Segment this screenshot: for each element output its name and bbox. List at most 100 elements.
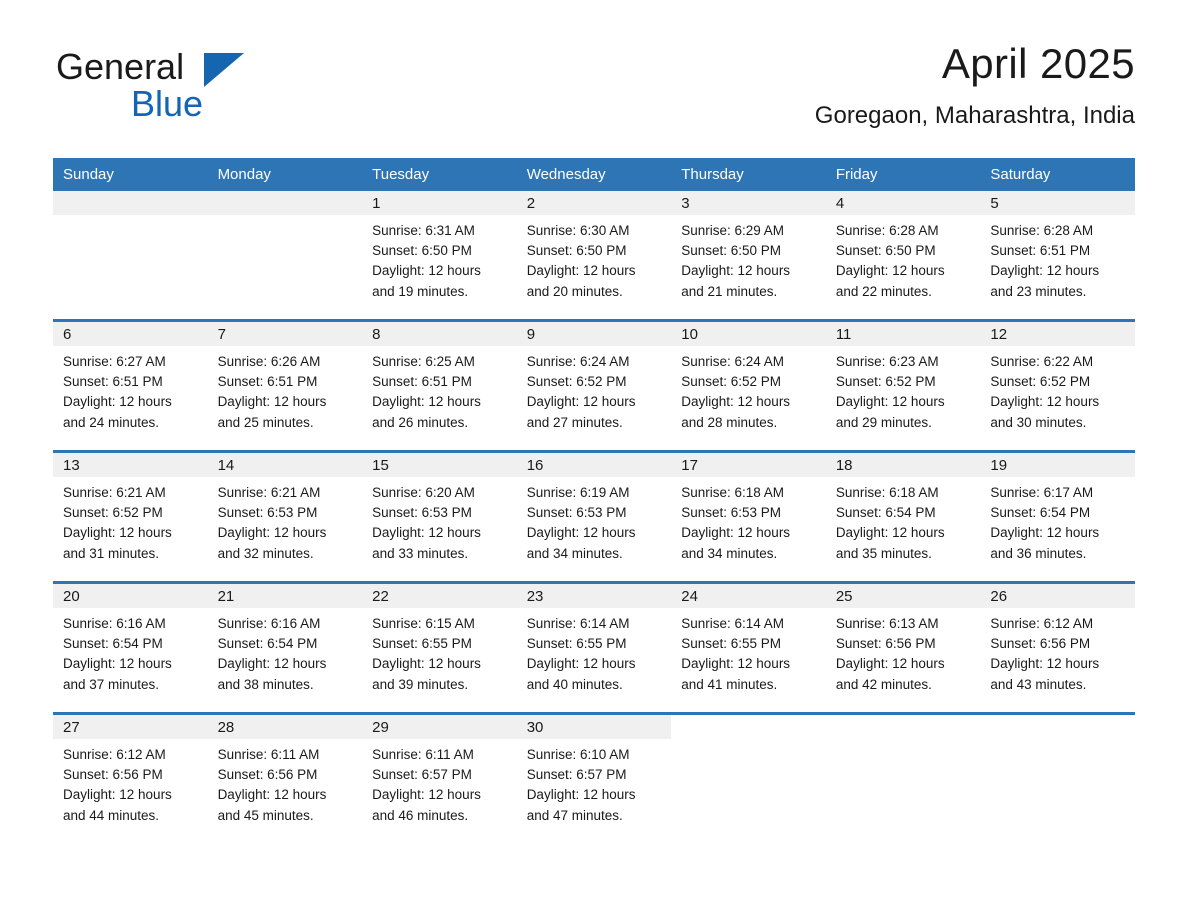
day-cell[interactable]: 3 Sunrise: 6:29 AM Sunset: 6:50 PM Dayli… [671, 191, 826, 321]
daylight-line-2: and 29 minutes. [835, 414, 932, 430]
day-cell[interactable]: 2 Sunrise: 6:30 AM Sunset: 6:50 PM Dayli… [516, 191, 672, 321]
day-cell[interactable]: 16 Sunrise: 6:19 AM Sunset: 6:53 PM Dayl… [516, 450, 672, 583]
daylight-line-1: Daylight: 12 hours [217, 394, 327, 410]
day-details: Sunrise: 6:31 AM Sunset: 6:50 PM Dayligh… [362, 215, 517, 302]
daylight-line-1: Daylight: 12 hours [681, 394, 791, 410]
day-details: Sunrise: 6:14 AM Sunset: 6:55 PM Dayligh… [517, 608, 672, 695]
day-number: 21 [207, 584, 363, 608]
day-number: 13 [53, 453, 208, 477]
day-cell[interactable]: 23 Sunrise: 6:14 AM Sunset: 6:55 PM Dayl… [516, 581, 672, 714]
weekday-header-thursday: Thursday [671, 158, 826, 191]
sunset-line: Sunset: 6:54 PM [835, 505, 936, 521]
daylight-line-1: Daylight: 12 hours [835, 263, 945, 279]
day-cell[interactable]: 18 Sunrise: 6:18 AM Sunset: 6:54 PM Dayl… [825, 450, 981, 583]
sunrise-line: Sunrise: 6:30 AM [526, 223, 630, 238]
sunset-line: Sunset: 6:56 PM [990, 636, 1091, 652]
daylight-line-2: and 19 minutes. [372, 283, 469, 299]
day-number: 3 [671, 191, 826, 215]
day-number: 5 [980, 191, 1135, 215]
day-cell[interactable] [671, 712, 826, 841]
day-cell[interactable]: 6 Sunrise: 6:27 AM Sunset: 6:51 PM Dayli… [53, 319, 208, 452]
day-cell[interactable]: 27 Sunrise: 6:12 AM Sunset: 6:56 PM Dayl… [53, 712, 208, 841]
day-cell[interactable]: 14 Sunrise: 6:21 AM Sunset: 6:53 PM Dayl… [207, 450, 363, 583]
day-cell[interactable]: 21 Sunrise: 6:16 AM Sunset: 6:54 PM Dayl… [207, 581, 363, 714]
sunrise-line: Sunrise: 6:14 AM [526, 616, 630, 631]
sunset-line: Sunset: 6:56 PM [835, 636, 936, 652]
day-number: 10 [671, 322, 826, 346]
daylight-line-2: and 31 minutes. [63, 545, 160, 561]
day-cell[interactable]: 4 Sunrise: 6:28 AM Sunset: 6:50 PM Dayli… [825, 191, 981, 321]
day-details: Sunrise: 6:23 AM Sunset: 6:52 PM Dayligh… [826, 346, 981, 433]
day-details: Sunrise: 6:21 AM Sunset: 6:53 PM Dayligh… [208, 477, 363, 564]
daylight-line-2: and 38 minutes. [217, 676, 314, 692]
day-cell[interactable] [980, 712, 1135, 841]
day-cell[interactable]: 20 Sunrise: 6:16 AM Sunset: 6:54 PM Dayl… [53, 581, 208, 714]
daylight-line-2: and 35 minutes. [835, 545, 932, 561]
calendar-header-row: Sunday Monday Tuesday Wednesday Thursday… [53, 158, 1135, 191]
sunset-line: Sunset: 6:56 PM [63, 767, 163, 783]
day-details: Sunrise: 6:24 AM Sunset: 6:52 PM Dayligh… [517, 346, 672, 433]
day-cell[interactable]: 9 Sunrise: 6:24 AM Sunset: 6:52 PM Dayli… [516, 319, 672, 452]
day-cell[interactable]: 1 Sunrise: 6:31 AM Sunset: 6:50 PM Dayli… [362, 191, 517, 321]
day-number: 20 [53, 584, 208, 608]
sunset-line: Sunset: 6:54 PM [217, 636, 318, 652]
day-cell[interactable]: 11 Sunrise: 6:23 AM Sunset: 6:52 PM Dayl… [825, 319, 981, 452]
sunset-line: Sunset: 6:57 PM [526, 767, 627, 783]
daylight-line-1: Daylight: 12 hours [526, 394, 636, 410]
day-cell[interactable]: 28 Sunrise: 6:11 AM Sunset: 6:56 PM Dayl… [207, 712, 363, 841]
daylight-line-1: Daylight: 12 hours [681, 525, 791, 541]
day-cell[interactable]: 30 Sunrise: 6:10 AM Sunset: 6:57 PM Dayl… [516, 712, 672, 841]
day-number: 16 [516, 453, 672, 477]
day-cell[interactable]: 13 Sunrise: 6:21 AM Sunset: 6:52 PM Dayl… [53, 450, 208, 583]
day-details [671, 739, 826, 745]
daylight-line-2: and 34 minutes. [526, 545, 623, 561]
daylight-line-1: Daylight: 12 hours [990, 525, 1100, 541]
day-number: 24 [671, 584, 826, 608]
day-cell[interactable]: 10 Sunrise: 6:24 AM Sunset: 6:52 PM Dayl… [671, 319, 826, 452]
logo-text-general: General [56, 46, 185, 87]
sunset-line: Sunset: 6:53 PM [526, 505, 627, 521]
sunrise-line: Sunrise: 6:21 AM [63, 485, 166, 500]
daylight-line-1: Daylight: 12 hours [372, 787, 481, 803]
day-cell[interactable]: 7 Sunrise: 6:26 AM Sunset: 6:51 PM Dayli… [207, 319, 363, 452]
daylight-line-1: Daylight: 12 hours [217, 656, 327, 672]
daylight-line-2: and 44 minutes. [63, 807, 160, 823]
sunset-line: Sunset: 6:51 PM [63, 374, 163, 390]
day-details: Sunrise: 6:26 AM Sunset: 6:51 PM Dayligh… [208, 346, 363, 433]
day-details: Sunrise: 6:17 AM Sunset: 6:54 PM Dayligh… [980, 477, 1135, 564]
daylight-line-2: and 41 minutes. [681, 676, 778, 692]
day-cell[interactable] [825, 712, 981, 841]
daylight-line-1: Daylight: 12 hours [835, 656, 945, 672]
daylight-line-2: and 39 minutes. [372, 676, 469, 692]
day-number [826, 715, 981, 739]
calendar-body: 1 Sunrise: 6:31 AM Sunset: 6:50 PM Dayli… [53, 191, 1135, 841]
day-cell[interactable]: 19 Sunrise: 6:17 AM Sunset: 6:54 PM Dayl… [980, 450, 1135, 583]
daylight-line-1: Daylight: 12 hours [526, 263, 636, 279]
day-cell[interactable]: 12 Sunrise: 6:22 AM Sunset: 6:52 PM Dayl… [980, 319, 1135, 452]
sunrise-line: Sunrise: 6:21 AM [217, 485, 321, 500]
day-cell[interactable]: 29 Sunrise: 6:11 AM Sunset: 6:57 PM Dayl… [362, 712, 517, 841]
sunrise-line: Sunrise: 6:25 AM [372, 354, 475, 369]
sunrise-line: Sunrise: 6:29 AM [681, 223, 785, 238]
day-number: 22 [362, 584, 517, 608]
sunrise-line: Sunrise: 6:24 AM [526, 354, 630, 369]
sunset-line: Sunset: 6:57 PM [372, 767, 472, 783]
day-cell[interactable]: 24 Sunrise: 6:14 AM Sunset: 6:55 PM Dayl… [671, 581, 826, 714]
sunrise-line: Sunrise: 6:11 AM [372, 747, 474, 762]
day-cell[interactable]: 25 Sunrise: 6:13 AM Sunset: 6:56 PM Dayl… [825, 581, 981, 714]
day-cell[interactable]: 5 Sunrise: 6:28 AM Sunset: 6:51 PM Dayli… [980, 191, 1135, 321]
daylight-line-1: Daylight: 12 hours [372, 525, 481, 541]
sunset-line: Sunset: 6:55 PM [372, 636, 472, 652]
day-cell[interactable]: 22 Sunrise: 6:15 AM Sunset: 6:55 PM Dayl… [362, 581, 517, 714]
week-row: 6 Sunrise: 6:27 AM Sunset: 6:51 PM Dayli… [53, 319, 1135, 452]
day-cell[interactable] [53, 191, 208, 321]
day-cell[interactable]: 8 Sunrise: 6:25 AM Sunset: 6:51 PM Dayli… [362, 319, 517, 452]
day-number: 7 [207, 322, 363, 346]
day-cell[interactable]: 26 Sunrise: 6:12 AM Sunset: 6:56 PM Dayl… [980, 581, 1135, 714]
day-cell[interactable]: 15 Sunrise: 6:20 AM Sunset: 6:53 PM Dayl… [362, 450, 517, 583]
day-cell[interactable]: 17 Sunrise: 6:18 AM Sunset: 6:53 PM Dayl… [671, 450, 826, 583]
calendar-page: General Blue April 2025 Goregaon, Mahara… [0, 0, 1188, 918]
day-cell[interactable] [207, 191, 363, 321]
day-details: Sunrise: 6:24 AM Sunset: 6:52 PM Dayligh… [671, 346, 826, 433]
daylight-line-1: Daylight: 12 hours [990, 656, 1100, 672]
